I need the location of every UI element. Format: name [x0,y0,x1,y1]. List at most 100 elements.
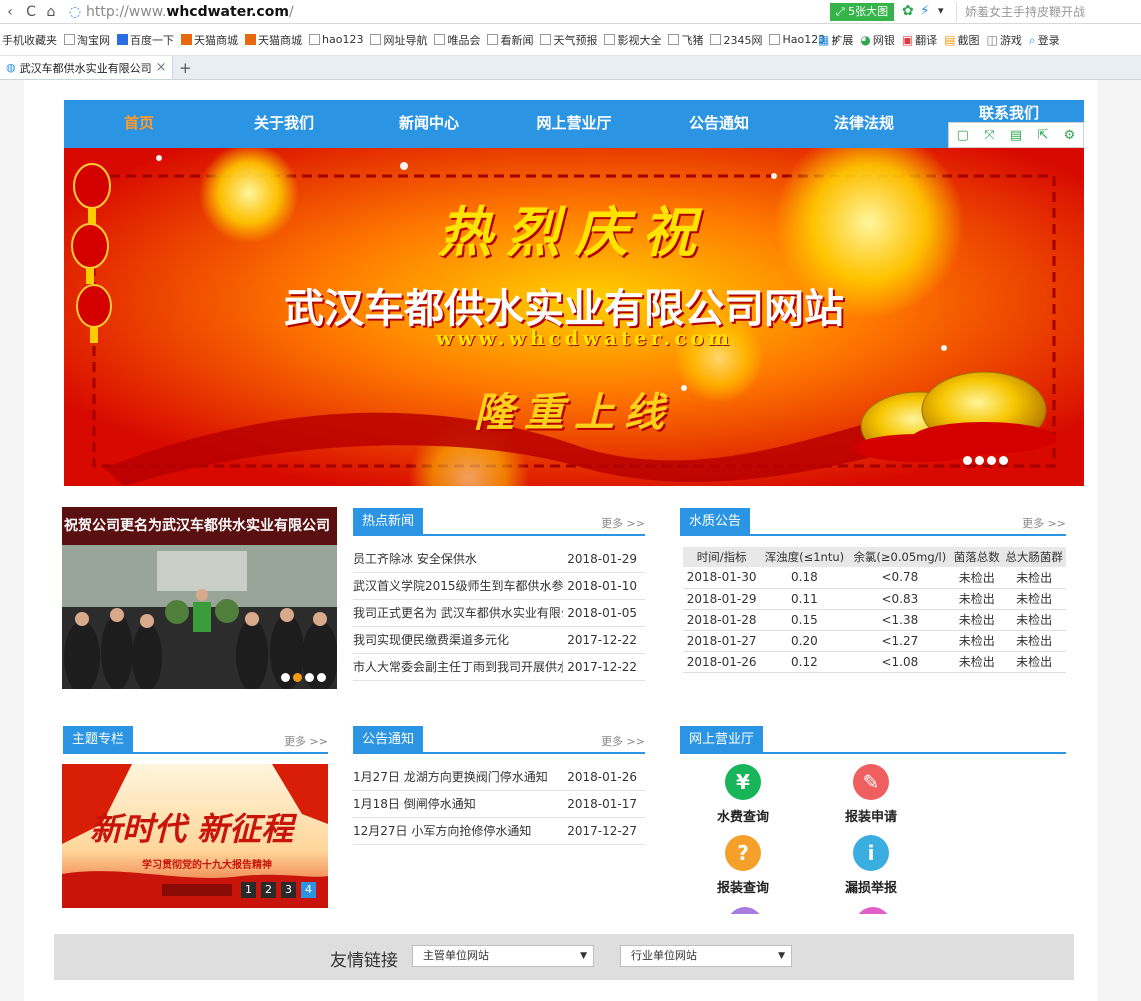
search-box[interactable]: 娇羞女主手持皮鞭开战 [956,2,1141,22]
bookmark-item[interactable]: 2345网 [710,32,762,48]
bookmark-item[interactable]: 飞猪 [668,32,703,48]
dropdown-arrow-icon[interactable]: ▾ [938,4,944,17]
bookmark-item[interactable]: 天猫商城 [181,32,238,48]
save-icon[interactable]: ▤ [1010,128,1022,143]
bookmark-item[interactable]: 淘宝网 [64,32,110,48]
service-0[interactable]: ¥ 水费查询 [703,764,783,825]
refresh-icon[interactable]: C [22,3,40,21]
toolbar-4[interactable]: ◫ 游戏 [987,32,1022,48]
list-item[interactable]: 12月27日 小军方向抢修停水通知 2017-12-27 [353,818,645,845]
bookmark-item[interactable]: 影视大全 [604,32,661,48]
tab-close-icon[interactable]: × [156,60,167,75]
topic-more-link[interactable]: 更多 >> [284,733,328,749]
service-icon[interactable]: i [853,835,889,871]
service-3[interactable]: i 漏损举报 [831,835,911,896]
notice-more-link[interactable]: 更多 >> [601,733,645,749]
service-1[interactable]: ✎ 报装申请 [831,764,911,825]
tool-icon: ◕ [860,33,871,47]
bookmark-item[interactable]: 天气预报 [540,32,597,48]
bookmark-item[interactable]: 天猫商城 [245,32,302,48]
bookmark-item[interactable]: 网址导航 [370,32,427,48]
list-item-title[interactable]: 市人大常委会副主任丁雨到我司开展供水... [353,654,563,681]
list-item[interactable]: 员工齐除冰 安全保供水 2018-01-29 [353,546,645,573]
pager-dot[interactable] [999,456,1008,465]
pager-dot[interactable] [281,673,290,682]
pager-dot[interactable] [975,456,984,465]
competent-unit-select[interactable]: 主管单位网站 ▼ [412,945,594,967]
service-2[interactable]: ? 报装查询 [703,835,783,896]
topic-banner[interactable]: 新时代 新征程 学习贯彻党的十九大报告精神 1234 [62,764,328,908]
service-label[interactable]: 报装查询 [703,877,783,896]
service-label[interactable]: 水费查询 [703,806,783,825]
nav-news[interactable]: 新闻中心 [374,100,484,148]
bookmark-item[interactable]: 唯品会 [434,32,480,48]
list-item-title[interactable]: 1月27日 龙湖方向更换阀门停水通知 [353,764,563,791]
url-field[interactable]: http://www.whcdwater.com/ [86,4,294,20]
accelerate-icon[interactable]: ✿ [902,3,914,19]
nav-laws[interactable]: 法律法规 [809,100,919,148]
list-item-title[interactable]: 员工齐除冰 安全保供水 [353,546,563,573]
toolbar-2[interactable]: ▣ 翻译 [902,32,937,48]
pager-dot[interactable] [963,456,972,465]
bookmark-item[interactable]: 手机收藏夹 [2,32,57,48]
bookmark-item[interactable]: 看新闻 [487,32,533,48]
nav-notices[interactable]: 公告通知 [664,100,774,148]
nav-online-hall[interactable]: 网上营业厅 [519,100,629,148]
water-quality-more-link[interactable]: 更多 >> [1022,515,1066,531]
nav-home[interactable]: 首页 [94,100,184,148]
service-icon[interactable]: ✎ [853,764,889,800]
industry-unit-select[interactable]: 行业单位网站 ▼ [620,945,792,967]
list-item-title[interactable]: 我司实现便民缴费渠道多元化 [353,627,563,654]
pager-number[interactable]: 2 [261,882,276,898]
lightning-icon[interactable]: ⚡ [920,3,930,19]
service-icon[interactable]: ? [725,835,761,871]
list-item-title[interactable]: 12月27日 小军方向抢修停水通知 [353,818,563,845]
home-icon[interactable]: ⌂ [42,3,60,21]
toolbar-0[interactable]: ▦ 扩展 [818,32,853,48]
pager-dot[interactable] [317,673,326,682]
photo-pager[interactable] [278,671,326,685]
share-icon[interactable]: ⇱ [1037,128,1048,143]
pager-dot[interactable] [305,673,314,682]
tab-active[interactable]: ◍ 武汉车都供水实业有限公司 × [0,56,173,79]
copy-icon[interactable]: ▢ [957,128,969,143]
bookmark-label: 飞猪 [681,33,704,47]
toolbar-3[interactable]: ▤ 截图 [944,32,979,48]
settings-icon[interactable]: ⚙ [1064,128,1076,143]
list-item-title[interactable]: 1月18日 倒闸停水通知 [353,791,563,818]
service-label[interactable]: 漏损举报 [831,877,911,896]
bookmark-item[interactable]: Hao123 [769,33,825,46]
list-item[interactable]: 我司实现便民缴费渠道多元化 2017-12-22 [353,627,645,654]
pager-number[interactable]: 4 [301,882,316,898]
fullscreen-icon[interactable]: ⤧ [984,128,994,143]
list-item-title[interactable]: 武汉首义学院2015级师生到车都供水参... [353,573,563,600]
back-icon[interactable]: ‹ [4,3,16,21]
new-tab-button[interactable]: + [179,59,192,77]
pager-dot[interactable] [293,673,302,682]
pager-number[interactable]: 3 [281,882,296,898]
notice-title: 公告通知 [353,726,424,754]
toolbar-5[interactable]: ⌕ 登录 [1029,32,1060,48]
list-item[interactable]: 武汉首义学院2015级师生到车都供水参... 2018-01-10 [353,573,645,600]
bookmark-icon [540,34,552,45]
bookmark-item[interactable]: 百度一下 [117,32,174,48]
service-label[interactable]: 报装申请 [831,806,911,825]
service-icon-partial[interactable] [727,907,763,914]
list-item-title[interactable]: 我司正式更名为 武汉车都供水实业有限公司 [353,600,563,627]
nav-about[interactable]: 关于我们 [229,100,339,148]
pager-number[interactable]: 1 [241,882,256,898]
bookmark-item[interactable]: hao123 [309,33,363,46]
hot-news-more-link[interactable]: 更多 >> [601,515,645,531]
list-item[interactable]: 我司正式更名为 武汉车都供水实业有限公司 2018-01-05 [353,600,645,627]
list-item[interactable]: 1月18日 倒闸停水通知 2018-01-17 [353,791,645,818]
service-icon-partial[interactable] [855,907,891,914]
pager-dot[interactable] [987,456,996,465]
service-icon[interactable]: ¥ [725,764,761,800]
toolbar-1[interactable]: ◕ 网银 [860,32,894,48]
table-cell: 未检出 [951,651,1003,673]
list-item[interactable]: 市人大常委会副主任丁雨到我司开展供水... 2017-12-22 [353,654,645,681]
list-item[interactable]: 1月27日 龙湖方向更换阀门停水通知 2018-01-26 [353,764,645,791]
banner-pager[interactable] [960,454,1008,468]
news-photo[interactable]: 祝贺公司更名为武汉车都供水实业有限公司 [62,507,337,689]
big-image-button[interactable]: ⤢ 5张大图 [830,3,894,21]
